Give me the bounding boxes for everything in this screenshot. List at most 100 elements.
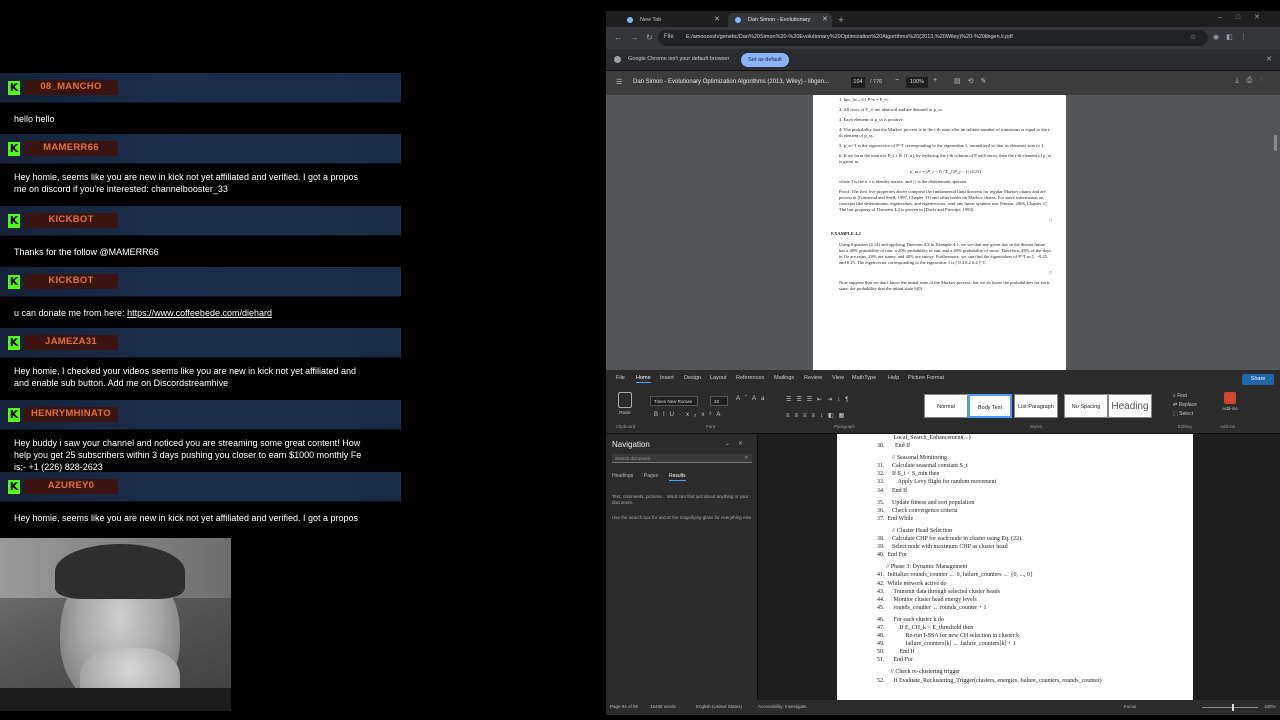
style-body-text[interactable]: Body Text [968, 394, 1012, 418]
ribbon-tab-insert[interactable]: Insert [660, 375, 674, 381]
replace-label: Replace [1178, 402, 1197, 408]
zoom-out-button[interactable]: − [895, 77, 899, 84]
zoom-in-button[interactable]: + [933, 77, 937, 84]
chat-message-body: Hey homie, seems like you are new in kic… [0, 164, 401, 206]
tab-results[interactable]: Results [669, 473, 686, 481]
pdf-scrollbar[interactable] [1274, 95, 1278, 370]
ribbon-tab-mailings[interactable]: Mailings [774, 375, 794, 381]
extension-icons[interactable]: ◉◧⋮ [1213, 33, 1254, 41]
ribbon-tab-help[interactable]: Help [888, 375, 899, 381]
ribbon-tab-layout[interactable]: Layout [710, 375, 727, 381]
pane-controls[interactable]: ⌄✕ [725, 440, 751, 447]
document-line: // Phase 3: Dynamic Management [877, 564, 968, 571]
chat-username: 08_MANCHO [40, 81, 102, 92]
ribbon-tab-review[interactable]: Review [804, 375, 822, 381]
accessibility-status[interactable]: Accessibility: Investigate [758, 704, 807, 709]
share-button[interactable]: Share [1242, 374, 1274, 385]
word-count[interactable]: 15498 words [650, 704, 676, 709]
ribbon-tab-file[interactable]: File [616, 375, 625, 381]
chat-link[interactable]: https://www.coffeebede.com/diehard [127, 308, 272, 318]
ribbon-tab-home[interactable]: Home [636, 375, 651, 383]
tab-headings[interactable]: Headings [612, 473, 633, 479]
tab-pdf[interactable]: Dan Simon - Evolutionary Optim... ✕ [728, 13, 832, 37]
ribbon-tab-references[interactable]: References [736, 375, 764, 381]
chat-message: K MAMERR66 Hey homie, seems like you are n… [0, 134, 401, 206]
language[interactable]: English (United States) [696, 704, 742, 709]
close-icon[interactable]: ✕ [714, 13, 720, 27]
menu-icon[interactable]: ☰ [616, 78, 622, 86]
download-print-more[interactable]: ⤓⎙⋮ [1236, 77, 1270, 85]
ribbon-tab-design[interactable]: Design [684, 375, 701, 381]
find-button[interactable]: ⌕ Find [1173, 392, 1197, 401]
pdf-proof: Proof: The first five properties above c… [839, 189, 1048, 212]
zoom-slider-knob[interactable] [1232, 704, 1234, 711]
replace-button[interactable]: ⇄ Replace [1173, 401, 1197, 410]
kick-logo-icon: K [8, 81, 20, 95]
zoom-input[interactable]: 100% [906, 77, 928, 88]
pdf-where: where I is the n × n identity matrix, an… [839, 179, 968, 184]
chat-username: HENRYMHINATO [31, 408, 111, 419]
set-as-default-button[interactable]: Set as default [741, 53, 789, 67]
pdf-viewer[interactable]: 1. lim_{n→∞} P^n = P_∞. 2. All rows of P… [606, 95, 1280, 370]
document-line: 51. End For [877, 657, 913, 664]
style-heading[interactable]: Heading [1108, 394, 1152, 418]
align-buttons[interactable]: ≡≡≡≡↕◧▦ [786, 412, 849, 419]
search-icon[interactable]: ⌕ [745, 455, 748, 462]
chat-overlay: K 08_MANCHOhello hello K MAMERR66 Hey homie,… [0, 73, 401, 530]
document-area[interactable]: Local_Search_Enhancement(...) 30. End If … [759, 434, 1280, 700]
document-line: 43. Transmit data through selected clust… [877, 588, 1000, 595]
file-label: File [664, 34, 674, 40]
address-bar-row: ←→↻ File E:/amoozesh/genetic/Dan%20Simon… [606, 27, 1280, 49]
nav-message: Text, comments, pictures... Word can fin… [612, 494, 749, 505]
list-buttons[interactable]: ☰☰☰⇤⇥↕¶ [786, 396, 853, 403]
format-buttons[interactable]: BIU·x₂x²A [654, 412, 725, 418]
ribbon-tab-mathtype[interactable]: MathType [852, 375, 876, 381]
nav-buttons[interactable]: ←→↻ [614, 33, 661, 42]
ribbon-tabs: Share File Home Insert Design Layout Referenc… [606, 370, 1280, 388]
focus-button[interactable]: Focus [1124, 704, 1136, 709]
ribbon-tab-picture-format[interactable]: Picture Format [908, 375, 944, 381]
close-icon[interactable]: ✕ [1266, 55, 1272, 63]
style-normal[interactable]: Normal [924, 394, 968, 418]
document-page[interactable]: Local_Search_Enhancement(...) 30. End If … [837, 434, 1193, 700]
paste-label: Paste [619, 410, 631, 415]
new-tab-button[interactable]: + [834, 13, 848, 27]
page-total: / 776 [870, 79, 883, 85]
add-ins-button[interactable]: Add-ins [1218, 392, 1242, 418]
font-size-box[interactable]: 10 [710, 396, 728, 406]
window-controls[interactable]: –□✕ [1218, 13, 1274, 21]
page-number-input[interactable]: 104 [851, 77, 865, 88]
font-name-box[interactable]: Times New Roman [650, 396, 698, 406]
style-list-paragraph[interactable]: List Paragraph [1014, 394, 1058, 418]
chat-text-line: Hey buddy i saw your channel and noticed… [14, 438, 361, 448]
group-label: Add-ins [1220, 424, 1236, 429]
bookmark-star-icon[interactable]: ☆ [1190, 33, 1196, 41]
tab-label: New Tab [640, 17, 662, 23]
select-button[interactable]: ⬚ Select [1173, 410, 1197, 419]
tab-new-tab[interactable]: New Tab ✕ [620, 13, 724, 27]
chat-message-body: hello hello [0, 103, 401, 134]
chat-text: u can donate me from here: [14, 308, 128, 318]
document-line: 34. End If [877, 487, 908, 494]
document-line: 50. End If [877, 649, 915, 656]
page-count[interactable]: Page 84 of 96 [610, 704, 638, 709]
pdf-tools[interactable]: ▤⟲✎ [954, 77, 993, 85]
paste-button[interactable]: Paste [616, 392, 634, 418]
chat-message-body: Hey homie, I checked your videos seems l… [0, 358, 401, 400]
url-text[interactable]: E:/amoozesh/genetic/Dan%20Simon%20-%20Ev… [686, 34, 1013, 40]
document-line: 40. End For [877, 552, 907, 559]
pdf-item: 3. Each element of p_ss is positive. [839, 117, 904, 122]
ribbon-group-labels: Clipboard Font Paragraph Styles Editing … [606, 424, 1280, 433]
close-icon[interactable]: ✕ [822, 13, 828, 27]
ribbon-tab-view[interactable]: View [832, 375, 844, 381]
tab-pages[interactable]: Pages [644, 473, 658, 479]
zoom-slider[interactable] [1202, 707, 1258, 708]
font-grow-buttons[interactable]: AˇAa [736, 396, 769, 402]
chat-text-line: me on discord if you're interested: chan… [14, 184, 228, 194]
chrome-icon [627, 17, 633, 23]
word-window: Share File Home Insert Design Layout Referenc… [606, 370, 1280, 715]
scrollbar-thumb[interactable] [1274, 135, 1277, 151]
zoom-level[interactable]: 100% [1264, 704, 1276, 709]
search-document-input[interactable]: Search document [612, 454, 752, 463]
style-no-spacing[interactable]: No Spacing [1064, 394, 1108, 418]
